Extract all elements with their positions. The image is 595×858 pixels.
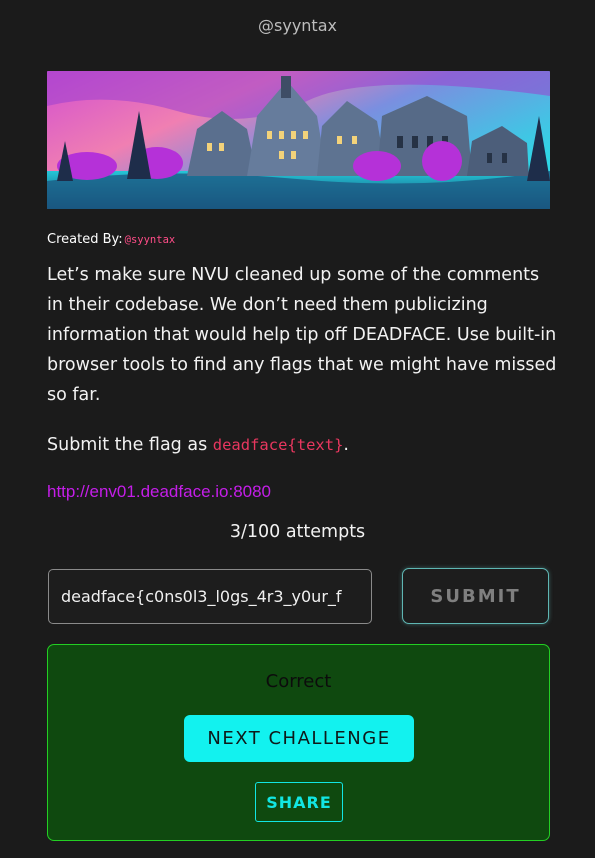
result-status: Correct: [265, 671, 332, 692]
result-panel: Correct NEXT CHALLENGE SHARE: [47, 644, 550, 841]
author-handle-link[interactable]: @syyntax: [125, 234, 176, 246]
challenge-url-link[interactable]: http://env01.deadface.io:8080: [47, 482, 271, 502]
created-by: Created By: @syyntax: [47, 232, 175, 247]
flag-input[interactable]: [48, 569, 372, 624]
submit-instructions-suffix: .: [343, 435, 349, 455]
submit-instructions-prefix: Submit the flag as: [47, 435, 213, 455]
next-challenge-button[interactable]: NEXT CHALLENGE: [184, 715, 414, 762]
author-heading: @syyntax: [258, 16, 337, 35]
submit-button[interactable]: SUBMIT: [402, 568, 549, 624]
flag-format-code: deadface{text}: [212, 436, 344, 454]
share-button[interactable]: SHARE: [255, 782, 343, 822]
challenge-banner-image: [47, 71, 550, 209]
submit-instructions: Submit the flag as deadface{text}.: [47, 430, 349, 460]
challenge-description: Let’s make sure NVU cleaned up some of t…: [47, 265, 557, 405]
created-by-label: Created By:: [47, 232, 123, 247]
attempts-counter: 3/100 attempts: [229, 522, 366, 542]
